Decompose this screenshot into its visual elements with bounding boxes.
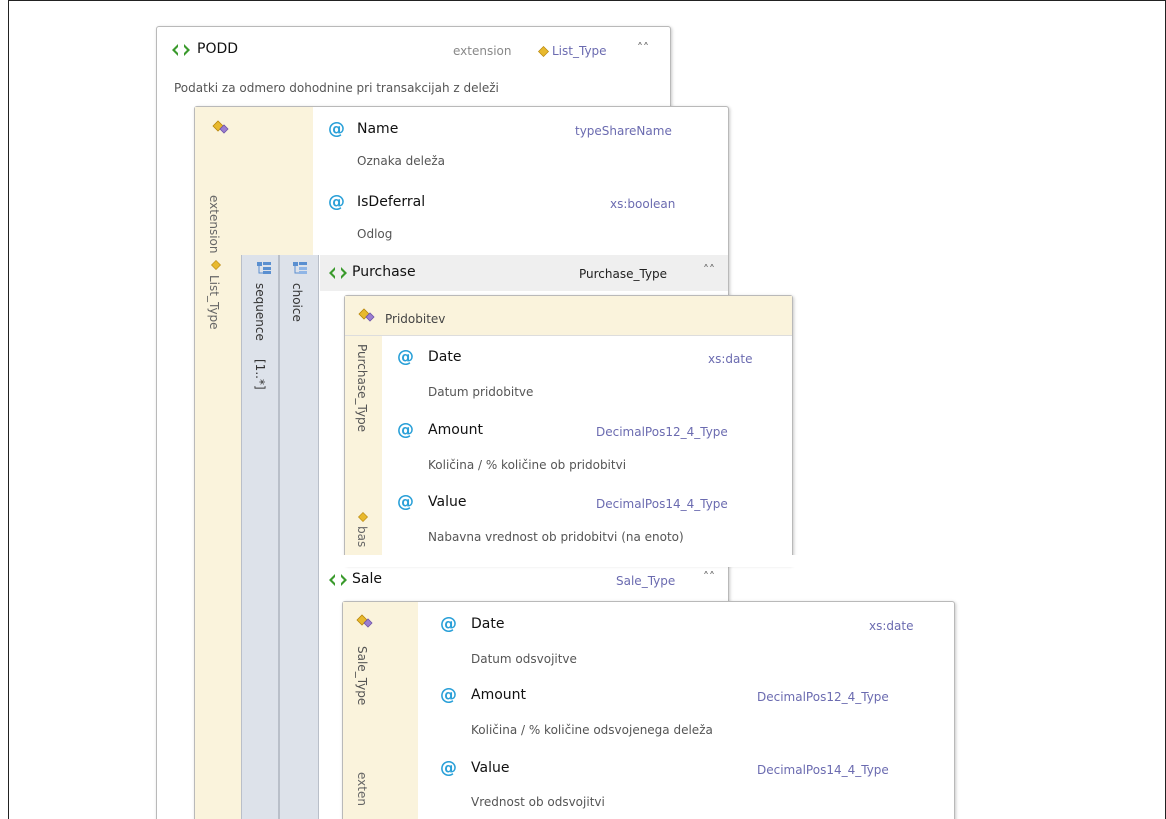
type-diamond-icon — [211, 260, 221, 270]
attribute-name: Name — [357, 121, 399, 137]
attribute-icon: @ — [440, 685, 457, 705]
attribute-icon: @ — [397, 347, 414, 367]
attribute-description: Nabavna vrednost ob pridobitvi (na enoto… — [428, 530, 684, 544]
podd-extension-label: extension — [453, 44, 512, 58]
attribute-icon: @ — [328, 119, 345, 139]
purchase-type: Purchase_Type — [579, 267, 668, 281]
sale-name: Sale — [352, 571, 382, 587]
attribute-type: xs:date — [708, 352, 753, 366]
attribute-icon: @ — [440, 614, 457, 634]
attribute-description: Količina / % količine odsvojenega deleža — [471, 723, 713, 737]
attribute-icon: @ — [440, 758, 457, 778]
attribute-type: typeShareName — [575, 124, 672, 138]
purchase-type-box: Pridobitev Purchase_Type bas @ Date xs:d… — [344, 295, 793, 566]
sequence-icon — [257, 262, 271, 274]
collapse-icon[interactable]: ˄˄ — [637, 41, 649, 55]
clip-gap — [319, 555, 809, 567]
diagram-canvas: PODD extension List_Type ˄˄ Podatki za o… — [8, 0, 1166, 819]
purchase-name: Purchase — [352, 264, 416, 280]
choice-label: choice — [290, 283, 304, 322]
attribute-description: Datum pridobitve — [428, 385, 534, 399]
collapse-icon[interactable]: ˄˄ — [703, 263, 715, 277]
purchase-header-label: Pridobitev — [385, 312, 446, 326]
attribute-type: DecimalPos12_4_Type — [596, 425, 728, 439]
sale-vertical-ext: exten — [355, 772, 369, 806]
extension-icon — [358, 308, 375, 322]
attribute-icon: @ — [328, 192, 345, 212]
sequence-label: sequence — [253, 283, 267, 341]
attribute-type: DecimalPos14_4_Type — [757, 763, 889, 777]
element-icon — [172, 44, 190, 56]
attribute-icon: @ — [397, 492, 414, 512]
attribute-name: Amount — [471, 687, 527, 703]
attribute-description: Količina / % količine ob pridobitvi — [428, 458, 627, 472]
type-diamond-icon — [358, 512, 368, 522]
list-ext-vertical-label: extension — [207, 195, 221, 254]
sale-type-box: Sale_Type exten @ Date xs:date Datum ods… — [342, 601, 955, 819]
sequence-multiplicity: [1..*] — [253, 359, 267, 390]
attribute-name: Value — [428, 494, 467, 510]
attribute-icon: @ — [397, 420, 414, 440]
list-ext-vertical-type: List_Type — [207, 275, 221, 330]
attribute-name: Amount — [428, 422, 484, 438]
element-icon — [329, 267, 347, 279]
attribute-description: Vrednost ob odsvojitvi — [471, 795, 605, 809]
attribute-name: Value — [471, 760, 510, 776]
purchase-vertical-base: bas — [355, 526, 369, 548]
attribute-type: DecimalPos12_4_Type — [757, 690, 889, 704]
purchase-element-header[interactable]: Purchase Purchase_Type ˄˄ — [320, 255, 728, 291]
sale-vertical-type: Sale_Type — [355, 646, 369, 706]
extension-icon — [212, 120, 229, 134]
element-icon — [329, 574, 347, 586]
choice-strip — [279, 255, 319, 819]
podd-name: PODD — [197, 41, 239, 57]
attribute-description: Datum odsvojitve — [471, 652, 577, 666]
attribute-description: Odlog — [357, 227, 393, 241]
attribute-description: Oznaka deleža — [357, 154, 445, 168]
purchase-vertical-type: Purchase_Type — [355, 344, 369, 433]
sale-type: Sale_Type — [616, 574, 676, 588]
choice-icon — [293, 262, 307, 274]
attribute-type: xs:boolean — [610, 197, 676, 211]
attribute-name: IsDeferral — [357, 194, 426, 210]
podd-extension-type: List_Type — [552, 44, 607, 58]
attribute-type: xs:date — [869, 619, 914, 633]
sale-element-header[interactable]: Sale Sale_Type ˄˄ — [320, 567, 728, 603]
collapse-icon[interactable]: ˄˄ — [703, 570, 715, 584]
podd-description: Podatki za odmero dohodnine pri transakc… — [174, 81, 499, 95]
extension-icon — [356, 614, 373, 628]
attribute-name: Date — [428, 349, 462, 365]
attribute-name: Date — [471, 616, 505, 632]
attribute-type: DecimalPos14_4_Type — [596, 497, 728, 511]
type-diamond-icon — [538, 46, 549, 57]
